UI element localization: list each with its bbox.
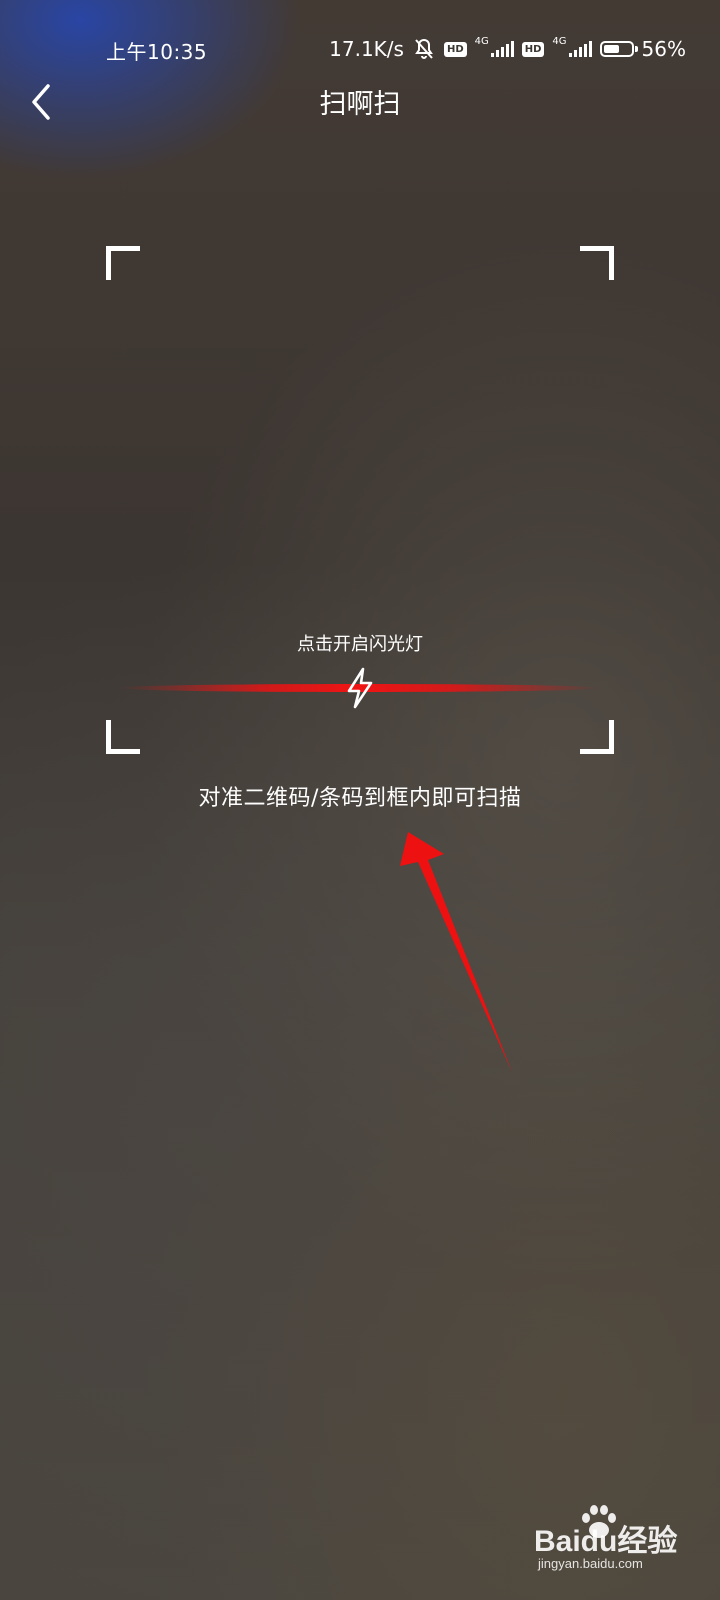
flashlight-button[interactable]: [342, 666, 378, 710]
scan-frame-corner-bottom-right: [580, 720, 614, 754]
scan-instruction: 对准二维码/条码到框内即可扫描: [198, 786, 522, 811]
flash-hint-label[interactable]: 点击开启闪光灯: [0, 630, 720, 656]
scan-frame-corner-top-left: [106, 246, 140, 280]
hd-badge-sim2: HD: [521, 41, 545, 57]
status-time: 上午10:35: [106, 40, 208, 64]
battery-fill: [603, 45, 619, 53]
net-speed: 17.1K/s: [329, 37, 404, 61]
lightning-bolt-icon: [347, 667, 373, 709]
battery-percent: 56%: [641, 37, 686, 61]
hd-badge-sim1: HD: [443, 41, 467, 57]
scan-frame-corner-bottom-left: [106, 720, 140, 754]
status-indicators: 17.1K/s HD 4G HD 4G 56%: [329, 36, 686, 62]
signal-bars-icon: [568, 41, 592, 57]
baidu-jingyan-watermark: Baidu经验 jingyan.baidu.com: [534, 1504, 684, 1574]
watermark-url: jingyan.baidu.com: [538, 1556, 643, 1571]
page-title: 扫啊扫: [319, 89, 401, 120]
scan-frame-corner-top-right: [580, 246, 614, 280]
mute-bell-icon: [415, 38, 433, 59]
battery-icon: [599, 41, 638, 57]
network-type-sim2: 4G: [552, 35, 567, 47]
signal-bars-icon: [490, 41, 514, 57]
watermark-brand: Baidu经验: [534, 1525, 678, 1558]
network-type-sim1: 4G: [474, 35, 489, 47]
